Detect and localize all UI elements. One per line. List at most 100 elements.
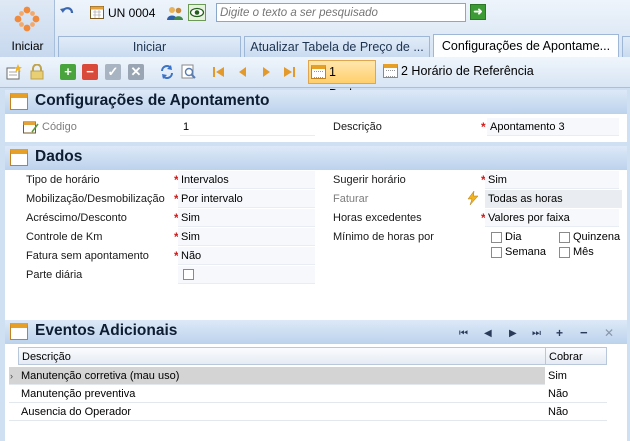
next-record-icon[interactable] xyxy=(259,65,273,79)
faturar-label: Faturar xyxy=(333,193,369,205)
descricao-field[interactable]: Apontamento 3 xyxy=(487,118,619,136)
acrescimo-label: Acréscimo/Desconto xyxy=(26,212,127,224)
grid-next-icon[interactable]: ▶ xyxy=(509,328,517,339)
eventos-section-title: Eventos Adicionais xyxy=(35,322,178,339)
config-section-title: Configurações de Apontamento xyxy=(35,92,270,109)
start-button[interactable]: Iniciar xyxy=(0,0,55,57)
row-descricao: Manutenção preventiva xyxy=(21,388,136,400)
table-row[interactable]: › Manutenção corretiva (mau uso) Sim xyxy=(9,367,607,385)
add-icon[interactable]: + xyxy=(60,64,76,80)
cancel-icon[interactable]: ✕ xyxy=(128,64,144,80)
parte-diaria-cell xyxy=(178,266,315,284)
horas-excedentes-field[interactable]: Valores por faixa xyxy=(485,209,619,227)
search-go-button[interactable]: ➜ xyxy=(470,4,486,20)
calendar-icon xyxy=(10,93,28,110)
search-input[interactable] xyxy=(216,3,466,22)
grid-remove-icon[interactable]: − xyxy=(580,325,588,340)
refresh-icon[interactable] xyxy=(159,64,175,80)
confirm-icon[interactable]: ✓ xyxy=(105,64,121,80)
column-header-cobrar[interactable]: Cobrar xyxy=(545,347,607,365)
row-selector-icon: › xyxy=(10,371,13,381)
fatura-sem-apontamento-field[interactable]: Não xyxy=(178,247,315,265)
codigo-field: 1 xyxy=(180,118,315,136)
minimo-dia-checkbox[interactable] xyxy=(491,232,502,243)
tab-overflow[interactable] xyxy=(622,36,630,57)
section-tab-dados[interactable]: 1 Dados xyxy=(308,60,376,101)
grid-last-icon[interactable]: ⏭ xyxy=(532,328,541,339)
minimo-quinzena-checkbox[interactable] xyxy=(559,232,570,243)
minimo-mes-label: Mês xyxy=(573,246,594,258)
minimo-semana-checkbox[interactable] xyxy=(491,247,502,258)
calendar-icon xyxy=(10,323,28,340)
view-toggle-button[interactable] xyxy=(188,4,206,21)
users-icon[interactable] xyxy=(166,5,184,21)
tab-configuracoes-apontamento[interactable]: Configurações de Apontame... xyxy=(433,34,619,58)
acrescimo-field[interactable]: Sim xyxy=(178,209,315,227)
calendar-icon xyxy=(10,149,28,166)
dados-section-header: Dados xyxy=(5,146,627,170)
row-descricao: Manutenção corretiva (mau uso) xyxy=(21,370,180,382)
lightning-icon xyxy=(467,191,479,205)
app-logo-icon xyxy=(14,6,40,32)
minimo-dia-label: Dia xyxy=(505,231,522,243)
faturar-field: Todas as horas xyxy=(485,190,622,208)
dados-section-title: Dados xyxy=(35,148,83,165)
tab-iniciar[interactable]: Iniciar xyxy=(58,36,241,57)
new-record-icon[interactable] xyxy=(6,64,22,80)
last-record-icon[interactable] xyxy=(282,65,296,79)
minimo-mes-checkbox[interactable] xyxy=(559,247,570,258)
minimo-semana-label: Semana xyxy=(505,246,546,258)
start-label: Iniciar xyxy=(11,39,44,53)
lock-icon[interactable] xyxy=(30,64,44,80)
calendar-icon xyxy=(90,6,104,19)
row-cobrar: Não xyxy=(548,406,569,418)
undo-icon[interactable] xyxy=(59,4,75,20)
section-tab-horario-referencia[interactable]: 2 Horário de Referência xyxy=(381,60,534,84)
sugerir-horario-field[interactable]: Sim xyxy=(485,171,619,189)
dados-section-body: Tipo de horário * Intervalos Mobilização… xyxy=(5,170,627,320)
row-cobrar: Sim xyxy=(545,367,607,385)
first-record-icon[interactable] xyxy=(212,65,226,79)
grid-previous-icon[interactable]: ◀ xyxy=(484,328,492,339)
tab-atualizar-tabela[interactable]: Atualizar Tabela de Preço de ... xyxy=(244,36,430,57)
remove-icon[interactable]: − xyxy=(82,64,98,80)
descricao-label: Descrição xyxy=(333,121,382,133)
eye-icon xyxy=(189,7,205,18)
grid-cancel-icon[interactable]: ✕ xyxy=(604,326,614,340)
grid-first-icon[interactable]: ⏮ xyxy=(459,328,468,339)
controle-km-label: Controle de Km xyxy=(26,231,103,243)
grid-add-icon[interactable]: + xyxy=(556,326,563,340)
unit-selector[interactable]: UN 0004 xyxy=(89,3,155,23)
record-toolbar: + − ✓ ✕ 1 Dados 2 Horário de Referência xyxy=(0,57,630,101)
required-marker: * xyxy=(481,120,486,134)
config-section-body: Código 1 Descrição * Apontamento 3 xyxy=(5,114,627,142)
tipo-horario-label: Tipo de horário xyxy=(26,174,100,186)
column-header-descricao[interactable]: Descrição xyxy=(18,347,554,365)
table-row[interactable]: Manutenção preventiva Não xyxy=(9,385,607,403)
search-record-icon[interactable] xyxy=(181,64,197,80)
minimo-horas-label: Mínimo de horas por xyxy=(333,231,434,243)
table-row[interactable]: Ausencia do Operador Não xyxy=(9,403,607,421)
calendar-icon xyxy=(383,64,398,78)
sugerir-horario-label: Sugerir horário xyxy=(333,174,406,186)
minimo-quinzena-label: Quinzena xyxy=(573,231,621,243)
parte-diaria-checkbox[interactable] xyxy=(183,269,194,280)
top-bar: Iniciar UN 0004 ➜ Iniciar Atualizar Tabe… xyxy=(0,0,630,58)
config-section-header: Configurações de Apontamento xyxy=(5,90,627,114)
horas-excedentes-label: Horas excedentes xyxy=(333,212,422,224)
parte-diaria-label: Parte diária xyxy=(26,269,83,281)
row-cobrar: Não xyxy=(548,388,569,400)
controle-km-field[interactable]: Sim xyxy=(178,228,315,246)
grid-header-row: Descrição Cobrar xyxy=(9,347,607,365)
section-tab-horario-label: 2 Horário de Referência xyxy=(401,64,534,78)
calendar-icon xyxy=(311,65,326,79)
tipo-horario-field[interactable]: Intervalos xyxy=(178,171,315,189)
mobilizacao-field[interactable]: Por intervalo xyxy=(178,190,315,208)
mobilizacao-label: Mobilização/Desmobilização xyxy=(26,193,165,205)
go-arrow-icon: ➜ xyxy=(473,6,483,18)
unit-label: UN 0004 xyxy=(108,6,156,20)
key-field-icon xyxy=(23,121,39,134)
codigo-label: Código xyxy=(42,121,77,133)
row-descricao: Ausencia do Operador xyxy=(21,406,132,418)
previous-record-icon[interactable] xyxy=(236,65,250,79)
